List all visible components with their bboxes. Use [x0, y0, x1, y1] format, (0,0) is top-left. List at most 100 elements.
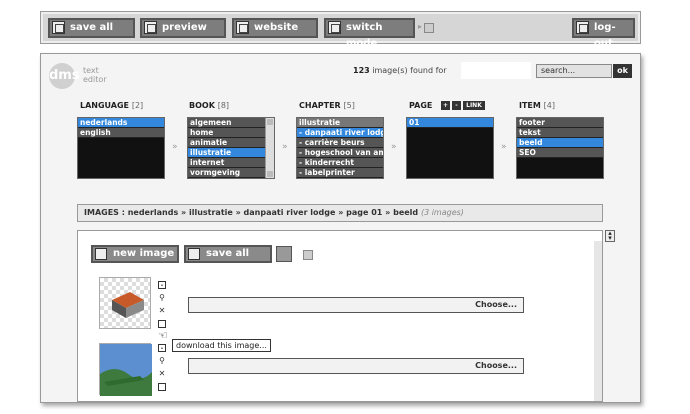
save-all-label: save all	[70, 22, 114, 33]
main-toolbar: save all preview website switch mode ▸ l…	[40, 11, 641, 49]
save-all-images-label: save all	[206, 248, 250, 259]
book-label: BOOK	[189, 101, 215, 110]
save-all-images-button[interactable]: save all	[184, 245, 272, 263]
download-icon[interactable]	[158, 320, 166, 328]
switch-mode-button[interactable]: switch mode	[324, 18, 415, 49]
delete-icon[interactable]: ✕	[158, 370, 166, 378]
book-list-item[interactable]: animatie	[188, 138, 274, 148]
item-list-item[interactable]: SEO	[517, 148, 603, 158]
add-page-button[interactable]: +	[441, 101, 450, 110]
choose-file-button[interactable]: Choose...	[188, 297, 524, 313]
language-count: [2]	[131, 101, 144, 110]
building-illustration	[112, 292, 144, 318]
image-workspace: new image save all • ⚲ ✕ Choose... downl…	[77, 230, 603, 402]
item-list[interactable]: footer tekst beeld SEO	[516, 117, 604, 179]
found-summary: 123 image(s) found for	[353, 66, 447, 75]
language-header: LANGUAGE [2]	[80, 101, 143, 110]
book-scrollbar[interactable]	[265, 118, 274, 178]
mode-indicator[interactable]	[424, 23, 434, 33]
chapter-list-item[interactable]: - kinderrecht	[297, 158, 383, 168]
item-label: ITEM	[519, 101, 541, 110]
breadcrumb-count: (3 images)	[420, 208, 464, 217]
item-count: [4]	[543, 101, 555, 110]
arrow-separator: ▸	[418, 22, 423, 31]
book-count: [8]	[217, 101, 230, 110]
switch-mode-label: switch mode	[346, 22, 383, 49]
item-list-item[interactable]: tekst	[517, 128, 603, 138]
chapter-count: [5]	[343, 101, 355, 110]
found-text: image(s) found for	[372, 66, 447, 75]
checkbox-icon	[236, 21, 249, 34]
item-list-item[interactable]: footer	[517, 118, 603, 128]
hand-cursor-icon: ☜	[158, 329, 168, 342]
book-list-item[interactable]: internet	[188, 158, 274, 168]
book-list-item[interactable]: illustratie	[188, 148, 274, 158]
dms-logo: dms	[49, 63, 80, 89]
delete-icon[interactable]: ✕	[158, 307, 166, 315]
chapter-list[interactable]: illustratie - danpaati river lodge - car…	[296, 117, 384, 179]
link-page-button[interactable]: LINK	[463, 101, 485, 110]
download-icon	[328, 21, 341, 34]
preview-icon	[144, 21, 157, 34]
book-header: BOOK [8]	[189, 101, 229, 110]
found-count: 123	[353, 66, 370, 75]
page-list[interactable]: 01	[406, 117, 494, 179]
book-list-item[interactable]: home	[188, 128, 274, 138]
save-icon	[52, 21, 65, 34]
arrow-separator: »	[282, 142, 288, 152]
breadcrumb: IMAGES : nederlands » illustratie » danp…	[77, 204, 603, 222]
breadcrumb-path: IMAGES : nederlands » illustratie » danp…	[84, 208, 419, 217]
toolbar-square-icon[interactable]	[303, 250, 313, 260]
logout-button[interactable]: log-out	[572, 18, 635, 49]
chapter-header: CHAPTER [5]	[299, 101, 355, 110]
new-image-label: new image	[113, 248, 175, 259]
zoom-icon[interactable]: ⚲	[158, 294, 166, 302]
book-list-item[interactable]: algemeen	[188, 118, 274, 128]
zoom-icon[interactable]: ⚲	[158, 357, 166, 365]
filter-icon[interactable]	[276, 246, 292, 262]
new-image-button[interactable]: new image	[91, 245, 179, 263]
remove-page-button[interactable]: -	[452, 101, 461, 110]
workspace-scrollbar[interactable]	[594, 241, 602, 401]
found-query-field[interactable]	[461, 62, 531, 79]
chapter-list-item[interactable]: - danpaati river lodge	[297, 128, 383, 138]
image-thumbnail[interactable]	[99, 343, 152, 396]
download-tooltip: download this image...	[172, 339, 271, 352]
preview-button[interactable]: preview	[140, 18, 226, 38]
editor-panel: dms text editor 123 image(s) found for s…	[40, 53, 641, 403]
choose-file-button[interactable]: Choose...	[188, 358, 524, 374]
language-list-item[interactable]: english	[78, 128, 164, 138]
chapter-list-item[interactable]: illustratie	[297, 118, 383, 128]
logo-text: text editor	[83, 66, 107, 84]
book-list-item[interactable]: vormgeving	[188, 168, 274, 178]
select-icon[interactable]: •	[158, 344, 166, 352]
search-ok-button[interactable]: ok	[613, 64, 632, 78]
chapter-list-item[interactable]: - carrière beurs	[297, 138, 383, 148]
image-thumbnail[interactable]	[99, 277, 151, 329]
resize-updown-button[interactable]: ▴ ▾	[605, 230, 615, 242]
add-icon	[95, 248, 107, 260]
arrow-separator: »	[391, 142, 397, 152]
book-list[interactable]: algemeen home animatie illustratie internet v…	[187, 117, 275, 179]
select-icon[interactable]: •	[158, 281, 166, 289]
chapter-label: CHAPTER	[299, 101, 341, 110]
search-input[interactable]: search...	[536, 64, 612, 78]
chapter-list-item[interactable]: - hogeschool van amsterdam	[297, 148, 383, 158]
item-header: ITEM [4]	[519, 101, 555, 110]
language-label: LANGUAGE	[80, 101, 130, 110]
arrow-separator: »	[501, 142, 507, 152]
save-all-button[interactable]: save all	[48, 18, 135, 38]
language-list-item[interactable]: nederlands	[78, 118, 164, 128]
language-list[interactable]: nederlands english	[77, 117, 165, 179]
chapter-list-item[interactable]: - labelprinter	[297, 168, 383, 178]
preview-label: preview	[162, 22, 207, 33]
logout-label: log-out	[594, 22, 616, 49]
website-label: website	[254, 22, 299, 33]
page-list-item[interactable]: 01	[407, 118, 493, 128]
page-header: PAGE	[409, 101, 432, 110]
river-illustration	[100, 344, 152, 396]
item-list-item[interactable]: beeld	[517, 138, 603, 148]
page-label: PAGE	[409, 101, 433, 110]
website-button[interactable]: website	[232, 18, 318, 38]
download-icon[interactable]	[158, 383, 166, 391]
